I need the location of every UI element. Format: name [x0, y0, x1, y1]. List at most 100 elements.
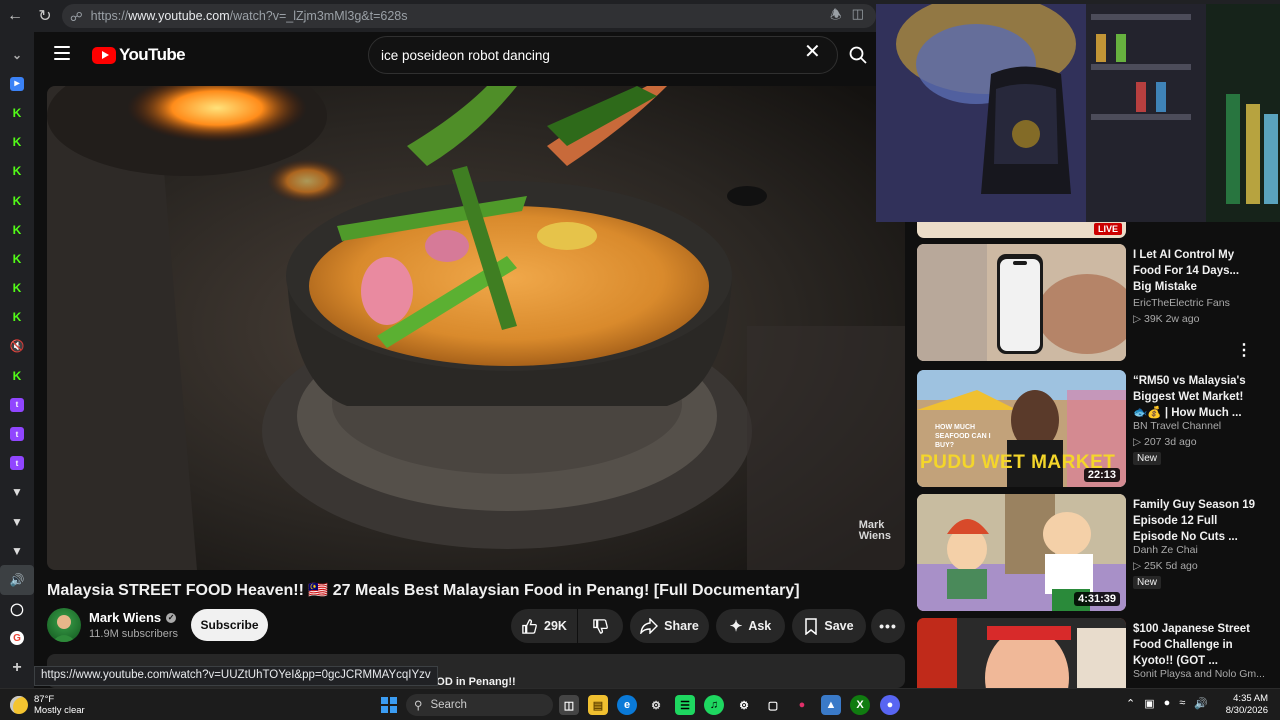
spotify-icon[interactable]: ♫ [704, 695, 724, 715]
video-thumbnail[interactable] [917, 244, 1126, 361]
video-duration: 4:31:39 [1074, 592, 1120, 606]
kick-icon[interactable]: K [0, 215, 34, 244]
like-button[interactable]: 29K [511, 609, 577, 643]
add-icon[interactable]: + [0, 653, 34, 682]
recommendation-item[interactable]: I Let AI Control My Food For 14 Days... … [917, 244, 1267, 362]
twitch-icon[interactable]: t [0, 390, 34, 419]
recommendation-item[interactable]: $100 Japanese Street Food Challenge in K… [917, 618, 1267, 688]
bookmark-icon [805, 617, 818, 635]
more-actions-button[interactable]: ••• [871, 609, 905, 643]
webcam-overlay [876, 4, 1280, 222]
network-icon[interactable]: ▣ [1144, 697, 1154, 710]
channel-name[interactable]: Mark Wiens ✓ [89, 610, 177, 625]
save-label: Save [824, 619, 854, 633]
menu-icon[interactable] [54, 46, 70, 60]
thumbnail-caption: HOW MUCH SEAFOOD CAN I BUY? [935, 424, 991, 449]
recommendations-sidebar: LIVE I Let AI Control My Food For 14 Day… [910, 222, 1280, 688]
youtube-header: YouTube ice poseideon robot dancing ✕ [34, 32, 876, 78]
file-explorer-icon[interactable]: ▤ [588, 695, 608, 715]
edge-browser-icon[interactable]: e [617, 695, 637, 715]
video-thumbnail[interactable]: HOW MUCH SEAFOOD CAN I BUY? PUDU WET MAR… [917, 370, 1126, 487]
split-view-icon[interactable]: ◫ [852, 6, 864, 28]
clear-search-icon[interactable]: ✕ [804, 42, 821, 62]
clock[interactable]: 4:35 AM 8/30/2026 [1222, 693, 1268, 717]
recommendation-item[interactable]: HOW MUCH SEAFOOD CAN I BUY? PUDU WET MAR… [917, 370, 1267, 488]
recommendation-channel[interactable]: BN Travel Channel [1133, 420, 1221, 432]
search-button[interactable] [840, 36, 876, 74]
chevron-up-icon[interactable]: ⌃ [1126, 697, 1135, 710]
weather-temp: 87°F [34, 694, 55, 705]
browser-sidebar: ⌄ ▸ K K K K K K K K 🔇 K t t t ▼ ▼ ▼ 🔊 ◯ … [0, 32, 34, 688]
video-player[interactable]: Mark Wiens [47, 86, 905, 570]
reload-icon[interactable]: ↻ [30, 0, 60, 32]
watermark-line-2: Wiens [858, 530, 891, 542]
xbox-icon[interactable]: X [850, 695, 870, 715]
recommendation-item[interactable]: 4:31:39 Family Guy Season 19 Episode 12 … [917, 494, 1267, 612]
kick-icon[interactable]: K [0, 98, 34, 127]
app-icon[interactable]: ◯ [0, 595, 34, 624]
chevron-down-icon[interactable]: ⌄ [0, 40, 34, 69]
recommendation-channel[interactable]: EricTheElectric Fans [1133, 297, 1230, 309]
youtube-logo[interactable]: YouTube [92, 45, 186, 65]
kick-icon[interactable]: K [0, 244, 34, 273]
kick-icon[interactable]: K [0, 274, 34, 303]
recommendation-channel[interactable]: Sonit Playsa and Nolo Gm... [1133, 668, 1265, 680]
kick-icon[interactable]: K [0, 361, 34, 390]
play-circle-icon[interactable]: ▼ [0, 536, 34, 565]
url-prefix: https:// [90, 9, 129, 23]
taskbar-search[interactable]: ⚲ Search [406, 694, 553, 716]
weather-text: 87°F Mostly clear [34, 694, 85, 716]
kick-icon[interactable]: K [0, 128, 34, 157]
ask-button[interactable]: ✦ Ask [716, 609, 785, 643]
kick-icon[interactable]: K [0, 186, 34, 215]
muted-speaker-icon[interactable]: 🔇 [0, 332, 34, 361]
speaker-icon[interactable]: 🔊 [0, 565, 34, 595]
app-icon[interactable]: ☰ [675, 695, 695, 715]
video-app-icon[interactable]: ▸ [0, 69, 34, 98]
twitch-icon[interactable]: t [0, 419, 34, 448]
search-input[interactable]: ice poseideon robot dancing [368, 36, 838, 74]
share-button[interactable]: Share [630, 609, 709, 643]
kick-icon[interactable]: K [0, 303, 34, 332]
video-thumbnail[interactable] [917, 618, 1126, 688]
wifi-icon[interactable]: ≈ [1179, 697, 1185, 710]
play-circle-icon[interactable]: ▼ [0, 507, 34, 536]
video-thumbnail[interactable]: 4:31:39 [917, 494, 1126, 611]
video-title: Malaysia STREET FOOD Heaven!! 🇲🇾 27 Meal… [47, 582, 800, 599]
twitch-icon[interactable]: t [0, 449, 34, 478]
new-badge: New [1133, 452, 1162, 465]
volume-icon[interactable]: 🔊 [1194, 697, 1208, 710]
recommendation-title[interactable]: Family Guy Season 19 Episode 12 Full Epi… [1133, 497, 1259, 545]
site-info-icon[interactable]: ☍ [70, 9, 83, 24]
recommendation-title[interactable]: “RM50 vs Malaysia's Biggest Wet Market! … [1133, 373, 1259, 421]
kick-icon[interactable]: K [0, 157, 34, 186]
map-pin-icon[interactable]: ● [792, 695, 812, 715]
video-frame [47, 86, 905, 570]
thumbs-up-icon [522, 618, 537, 634]
recommendation-title[interactable]: $100 Japanese Street Food Challenge in K… [1133, 621, 1259, 669]
address-bar[interactable]: ☍ https://www.youtube.com/watch?v=_lZjm3… [62, 4, 876, 28]
avatar[interactable] [47, 608, 81, 642]
notification-bell-icon[interactable]: 🕭 [830, 6, 842, 28]
subscribe-button[interactable]: Subscribe [191, 609, 268, 641]
live-thumbnail-strip[interactable]: LIVE [917, 222, 1126, 238]
save-button[interactable]: Save [792, 609, 866, 643]
windows-start-icon[interactable] [381, 697, 397, 713]
app-icon[interactable]: ⚙ [646, 695, 666, 715]
discord-icon[interactable]: ● [880, 695, 900, 715]
microphone-icon[interactable]: ● [1164, 697, 1171, 710]
more-vertical-icon[interactable]: ⋮ [1236, 340, 1252, 360]
thumbnail-image [917, 618, 1126, 688]
document-icon[interactable]: ▢ [763, 695, 783, 715]
dislike-button[interactable] [578, 609, 623, 643]
settings-icon[interactable]: ⚙ [734, 695, 754, 715]
photos-icon[interactable]: ▲ [821, 695, 841, 715]
task-view-icon[interactable]: ◫ [559, 695, 579, 715]
weather-widget[interactable]: 87°F Mostly clear [10, 694, 85, 716]
play-circle-icon[interactable]: ▼ [0, 478, 34, 507]
logo-text: YouTube [119, 45, 186, 64]
back-icon[interactable]: ← [0, 0, 30, 32]
google-icon[interactable]: G [0, 624, 34, 653]
recommendation-title[interactable]: I Let AI Control My Food For 14 Days... … [1133, 247, 1259, 295]
recommendation-channel[interactable]: Danh Ze Chai [1133, 544, 1198, 556]
